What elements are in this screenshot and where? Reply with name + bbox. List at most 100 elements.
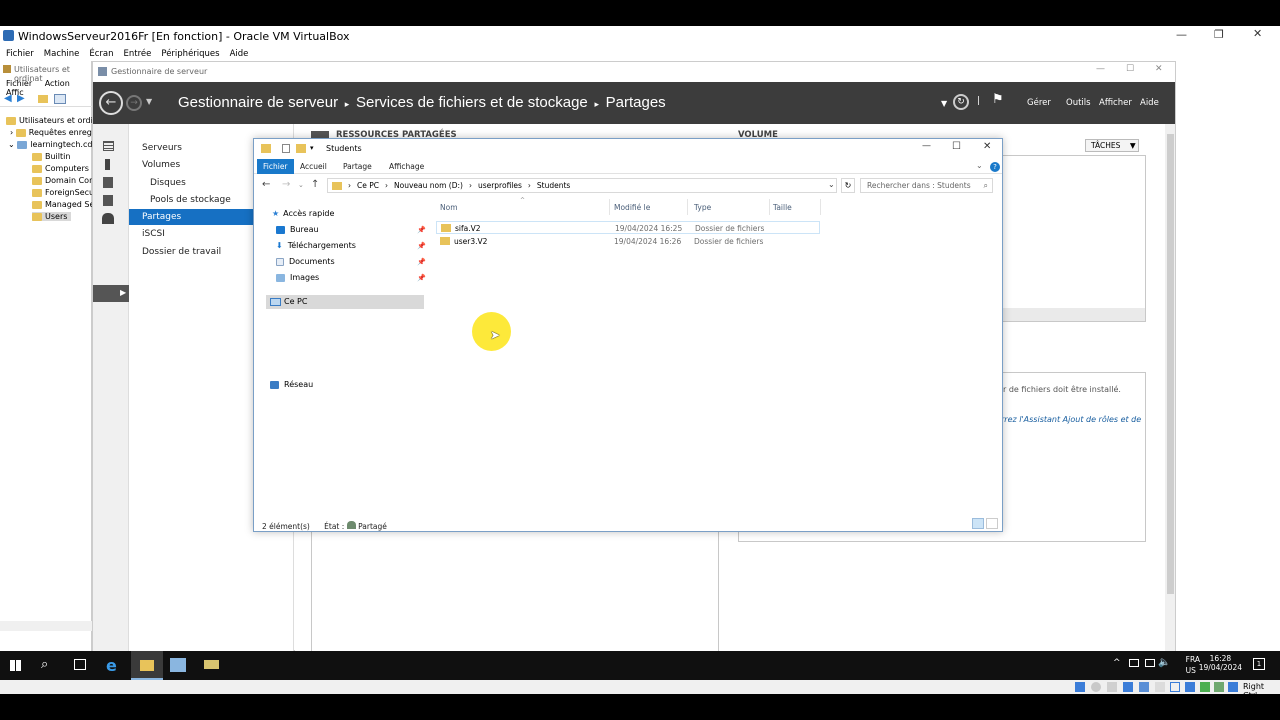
aduc-menu-action[interactable]: Action	[45, 79, 70, 88]
column-separator[interactable]	[687, 199, 688, 215]
close-icon[interactable]: ✕	[1155, 64, 1163, 74]
pin-icon[interactable]: 📌	[417, 226, 426, 234]
back-arrow-icon[interactable]: ◀	[4, 93, 12, 104]
pin-icon[interactable]: 📌	[417, 274, 426, 282]
file-row[interactable]: sifa.V2 19/04/2024 16:25 Dossier de fich…	[436, 221, 820, 234]
quick-access-dropdown-icon[interactable]: ▾	[310, 144, 314, 152]
tree-saved-queries[interactable]: › Requêtes enreg	[10, 128, 92, 137]
storage-pools-icon[interactable]	[103, 195, 113, 206]
minimize-icon[interactable]: —	[1096, 64, 1105, 74]
column-separator[interactable]	[769, 199, 770, 215]
large-icons-view-button[interactable]	[986, 518, 998, 529]
dropdown-arrow-icon[interactable]: ▼	[941, 99, 947, 108]
column-size[interactable]: Taille	[773, 203, 792, 212]
address-userprofiles[interactable]: userprofiles	[478, 181, 522, 190]
volume-muted-icon[interactable]: 🔈	[1158, 657, 1170, 668]
vbox-menu-aide[interactable]: Aide	[230, 49, 249, 59]
optical-drive-icon[interactable]	[1091, 682, 1101, 692]
tree-root[interactable]: Utilisateurs et ordin	[6, 116, 98, 125]
volumes-icon[interactable]	[105, 159, 110, 170]
servers-icon[interactable]	[103, 141, 114, 151]
disks-icon[interactable]	[103, 177, 113, 188]
column-modified[interactable]: Modifié le	[614, 203, 650, 212]
maximize-icon[interactable]: ☐	[952, 141, 961, 152]
breadcrumb-server-manager[interactable]: Gestionnaire de serveur	[178, 94, 338, 111]
history-dropdown-icon[interactable]: ▼	[146, 97, 152, 106]
tray-app-icon[interactable]	[1145, 659, 1155, 667]
help-icon[interactable]: ?	[990, 162, 1000, 172]
nav-quick-access[interactable]: ★ Accès rapide	[272, 209, 334, 218]
back-button[interactable]: ←	[99, 91, 123, 115]
add-roles-link[interactable]: rrez l'Assistant Ajout de rôles et de	[1001, 415, 1141, 424]
shared-folders-icon[interactable]	[1155, 682, 1165, 692]
keyboard-capture-icon[interactable]	[1228, 682, 1238, 692]
server-manager-taskbar-icon[interactable]	[170, 658, 186, 672]
close-icon[interactable]: ✕	[983, 141, 991, 152]
usb-icon[interactable]	[1139, 682, 1149, 692]
recent-dropdown-icon[interactable]: ⌄	[298, 181, 304, 189]
expand-arrow-icon[interactable]: ▶	[120, 288, 126, 297]
aduc-menu-fichier[interactable]: Fichier	[6, 79, 32, 88]
aduc-hscrollbar[interactable]	[0, 621, 92, 631]
menu-help[interactable]: Aide	[1140, 98, 1159, 108]
back-arrow-icon[interactable]: ←	[262, 179, 270, 190]
breadcrumb-file-services[interactable]: Services de fichiers et de stockage	[356, 94, 588, 111]
aduc-taskbar-icon[interactable]	[204, 660, 219, 669]
close-icon[interactable]: ✕	[1253, 27, 1262, 40]
column-separator[interactable]	[609, 199, 610, 215]
nav-documents[interactable]: Documents	[276, 257, 335, 266]
tree-computers[interactable]: Computers	[32, 164, 89, 173]
ribbon-tab-view[interactable]: Affichage	[389, 159, 424, 174]
pin-icon[interactable]: 📌	[417, 258, 426, 266]
address-ce-pc[interactable]: Ce PC	[357, 181, 379, 190]
video-capture-icon[interactable]	[1185, 682, 1195, 692]
up-arrow-icon[interactable]: ↑	[311, 179, 319, 190]
column-type[interactable]: Type	[694, 203, 711, 212]
refresh-icon[interactable]: ↻	[953, 94, 969, 110]
notification-center-icon[interactable]: 1	[1253, 658, 1265, 670]
tray-clock[interactable]: 16:28 19/04/2024	[1199, 654, 1242, 672]
search-input[interactable]: Rechercher dans : Students ⌕	[860, 178, 993, 193]
task-view-icon[interactable]	[74, 659, 86, 670]
tree-managed-service[interactable]: Managed Se	[32, 200, 94, 209]
vbox-menu-peripheriques[interactable]: Périphériques	[161, 49, 219, 59]
menu-tools[interactable]: Outils	[1066, 98, 1091, 108]
restore-icon[interactable]: ❐	[1214, 28, 1224, 41]
vbox-menu-entree[interactable]: Entrée	[124, 49, 152, 59]
tasks-button[interactable]: TÂCHES ▼	[1085, 139, 1139, 152]
column-separator[interactable]	[820, 199, 821, 215]
forward-button[interactable]: →	[126, 95, 142, 111]
ribbon-tab-share[interactable]: Partage	[343, 159, 372, 174]
network-adapter-icon[interactable]	[1123, 682, 1133, 692]
refresh-icon[interactable]: ↻	[841, 178, 855, 193]
nav-desktop[interactable]: Bureau	[276, 225, 319, 234]
ribbon-tab-file[interactable]: Fichier	[257, 159, 294, 174]
expand-ribbon-icon[interactable]: ⌄	[976, 161, 983, 170]
tree-domain-controllers[interactable]: Domain Con	[32, 176, 94, 185]
tray-chevron-icon[interactable]: ^	[1113, 658, 1121, 668]
tree-builtin[interactable]: Builtin	[32, 152, 70, 161]
address-dropdown-icon[interactable]: ⌄	[828, 180, 835, 189]
internet-explorer-icon[interactable]: e	[106, 656, 117, 675]
display-icon[interactable]	[1170, 682, 1180, 692]
vbox-menu-ecran[interactable]: Écran	[89, 49, 113, 59]
hdd-icon[interactable]	[1075, 682, 1085, 692]
search-icon[interactable]: ⌕	[41, 657, 48, 672]
tree-foreign-security[interactable]: ForeignSecu	[32, 188, 94, 197]
file-row[interactable]: user3.V2 19/04/2024 16:26 Dossier de fic…	[436, 235, 820, 248]
new-folder-icon[interactable]	[296, 144, 306, 153]
virtualization-icon[interactable]	[1200, 682, 1210, 692]
nav-network[interactable]: Réseau	[270, 380, 313, 389]
nav-images[interactable]: Images	[276, 273, 319, 282]
shares-icon[interactable]	[102, 213, 114, 224]
tree-users[interactable]: Users	[32, 212, 72, 221]
minimize-icon[interactable]: —	[922, 141, 931, 151]
column-name[interactable]: Nom	[440, 203, 458, 212]
audio-icon[interactable]	[1107, 682, 1117, 692]
details-view-button[interactable]	[972, 518, 984, 529]
address-drive[interactable]: Nouveau nom (D:)	[394, 181, 463, 190]
forward-arrow-icon[interactable]: →	[282, 179, 290, 190]
notifications-flag-icon[interactable]: ⚑	[992, 92, 1004, 107]
scroll-thumb[interactable]	[1167, 134, 1174, 594]
menu-view[interactable]: Afficher	[1099, 98, 1132, 108]
